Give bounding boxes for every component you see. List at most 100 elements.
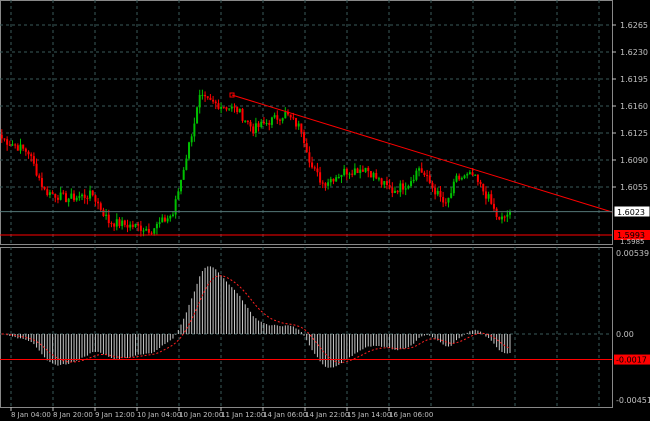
candle-body xyxy=(193,123,196,137)
candle-body xyxy=(270,117,273,125)
candle-body xyxy=(62,192,65,194)
candle-body xyxy=(369,171,372,178)
time-label: 16 Jan 06:00 xyxy=(389,411,433,419)
price-chart[interactable]: 1.6265 1.6230 1.6195 1.6160 1.6125 1.6090 1.60… xyxy=(0,0,650,421)
candle-body xyxy=(329,178,332,183)
candle-body xyxy=(348,173,351,175)
candle-body xyxy=(182,169,185,180)
time-label: 10 Jan 20:00 xyxy=(179,411,223,419)
candle-body xyxy=(233,106,236,108)
candle-body xyxy=(308,152,311,163)
candle-body xyxy=(139,225,142,231)
candle-body xyxy=(300,123,303,133)
candle-body xyxy=(393,190,396,194)
candle-body xyxy=(115,219,118,227)
candle-body xyxy=(498,216,501,220)
candle-body xyxy=(311,162,314,168)
indicator-tick-label: 0.00 xyxy=(616,330,634,339)
candle-body xyxy=(222,106,225,108)
candle-body xyxy=(305,143,308,153)
candle-body xyxy=(209,97,212,100)
price-tick-label: 1.6125 xyxy=(620,129,648,138)
candle-body xyxy=(396,190,399,193)
time-label: 8 Jan 20:00 xyxy=(53,411,93,419)
candle-body xyxy=(244,120,247,122)
candle-body xyxy=(474,174,477,176)
candle-body xyxy=(482,183,485,192)
candle-body xyxy=(471,172,474,176)
candle-body xyxy=(388,184,391,188)
candle-body xyxy=(506,214,509,217)
candle-body xyxy=(377,178,380,180)
candle-body xyxy=(3,138,6,140)
candle-body xyxy=(276,115,279,120)
candle-body xyxy=(402,183,405,190)
candle-body xyxy=(399,183,402,193)
candle-body xyxy=(83,194,86,198)
candle-body xyxy=(196,107,199,124)
candle-body xyxy=(177,191,180,200)
candle-body xyxy=(487,194,490,199)
candle-body xyxy=(131,224,134,227)
candle-body xyxy=(313,167,316,169)
candle-body xyxy=(179,179,182,192)
candle-body xyxy=(415,170,418,180)
candle-body xyxy=(214,101,217,104)
price-tick-label: 1.6160 xyxy=(620,102,648,111)
candle-body xyxy=(56,197,59,200)
candle-body xyxy=(503,216,506,218)
candle-body xyxy=(27,151,30,155)
price-tick-label: 1.6090 xyxy=(620,156,648,165)
candle-body xyxy=(447,197,450,203)
candle-body xyxy=(142,230,145,232)
candle-body xyxy=(32,156,35,164)
candle-body xyxy=(126,224,129,228)
candle-body xyxy=(332,178,335,182)
candle-body xyxy=(345,168,348,175)
candle-body xyxy=(86,197,89,199)
chart-window[interactable]: 1.6265 1.6230 1.6195 1.6160 1.6125 1.6090 1.60… xyxy=(0,0,650,421)
time-label: 10 Jan 04:00 xyxy=(137,411,181,419)
candle-body xyxy=(260,121,263,127)
candle-body xyxy=(476,174,479,182)
candle-body xyxy=(158,222,161,224)
candle-body xyxy=(94,195,97,202)
candle-body xyxy=(228,108,231,110)
candle-body xyxy=(6,139,9,145)
candle-body xyxy=(241,108,244,121)
candle-body xyxy=(428,175,431,183)
candle-body xyxy=(500,216,503,220)
candle-body xyxy=(434,187,437,195)
candle-body xyxy=(351,173,354,175)
candle-body xyxy=(113,223,116,227)
candle-body xyxy=(303,132,306,144)
time-label: 15 Jan 14:00 xyxy=(347,411,391,419)
candle-body xyxy=(262,121,265,124)
candle-body xyxy=(284,111,287,119)
candle-body xyxy=(468,172,471,175)
candle-body xyxy=(64,193,67,203)
candle-body xyxy=(51,192,54,194)
candle-body xyxy=(38,175,41,179)
candle-body xyxy=(484,191,487,199)
candle-body xyxy=(59,192,62,200)
candle-body xyxy=(24,148,27,152)
candle-body xyxy=(466,174,469,176)
candle-body xyxy=(426,175,429,177)
candle-body xyxy=(460,178,463,180)
candle-body xyxy=(137,224,140,226)
candle-body xyxy=(246,120,249,122)
candle-body xyxy=(412,179,415,182)
candle-body xyxy=(75,197,78,201)
candle-body xyxy=(407,186,410,189)
candle-body xyxy=(89,190,92,199)
candle-body xyxy=(238,108,241,113)
candle-body xyxy=(479,181,482,184)
candle-body xyxy=(102,209,105,216)
candle-body xyxy=(335,177,338,182)
candle-body xyxy=(99,203,102,210)
candle-body xyxy=(22,144,25,149)
candle-body xyxy=(463,175,466,179)
candle-body xyxy=(118,219,121,227)
candle-body xyxy=(35,163,38,176)
